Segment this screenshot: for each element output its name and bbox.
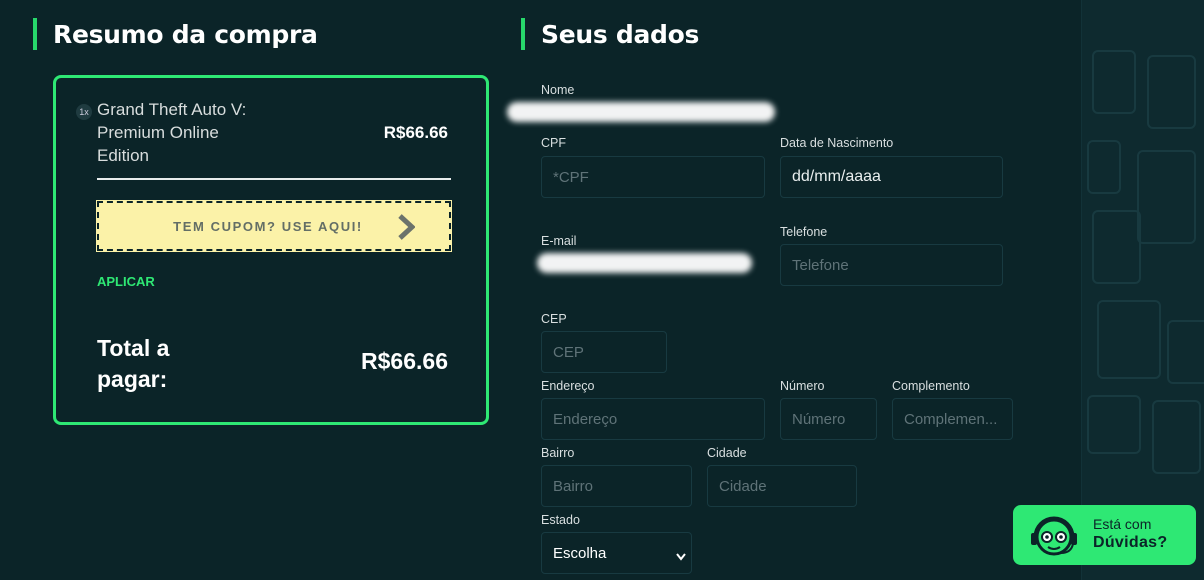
- order-summary-card: 1x Grand Theft Auto V: Premium Online Ed…: [53, 75, 489, 425]
- chevron-right-icon: [397, 214, 416, 245]
- divider: [97, 178, 451, 180]
- nome-field-redacted[interactable]: [505, 98, 780, 132]
- nome-label: Nome: [541, 83, 575, 97]
- summary-title-text: Resumo da compra: [53, 19, 318, 49]
- redaction-blur: [537, 253, 752, 273]
- cep-input[interactable]: [541, 331, 667, 373]
- title-accent-bar: [521, 18, 525, 50]
- cep-label: CEP: [541, 312, 567, 326]
- endereco-label: Endereço: [541, 379, 595, 393]
- numero-label: Número: [780, 379, 825, 393]
- bairro-input[interactable]: [541, 465, 692, 507]
- numero-input[interactable]: [780, 398, 877, 440]
- cpf-label: CPF: [541, 136, 566, 150]
- form-title-text: Seus dados: [541, 19, 700, 49]
- email-field-redacted[interactable]: [535, 245, 760, 279]
- cpf-input[interactable]: [541, 156, 765, 198]
- help-line1: Está com: [1093, 516, 1152, 532]
- birthdate-input[interactable]: [780, 156, 1003, 198]
- telefone-label: Telefone: [780, 225, 828, 239]
- total-value: R$66.66: [361, 348, 448, 374]
- bairro-label: Bairro: [541, 446, 575, 460]
- estado-select[interactable]: Escolha: [541, 532, 692, 574]
- support-agent-icon: [1023, 511, 1085, 566]
- telefone-input[interactable]: [780, 244, 1003, 286]
- help-chat-button[interactable]: Está com Dúvidas?: [1013, 505, 1196, 565]
- apply-coupon-link[interactable]: APLICAR: [97, 274, 155, 289]
- complemento-label: Complemento: [892, 379, 970, 393]
- chevron-down-icon: [676, 548, 686, 566]
- complemento-input[interactable]: [892, 398, 1013, 440]
- summary-title: Resumo da compra: [33, 18, 318, 50]
- coupon-button[interactable]: TEM CUPOM? USE AQUI!: [96, 200, 452, 252]
- help-line2: Dúvidas?: [1093, 534, 1168, 551]
- redaction-blur: [507, 102, 775, 122]
- nascimento-label: Data de Nascimento: [780, 136, 894, 150]
- product-price: R$66.66: [383, 123, 448, 142]
- endereco-input[interactable]: [541, 398, 765, 440]
- quantity-badge: 1x: [76, 104, 92, 120]
- cidade-input[interactable]: [707, 465, 857, 507]
- cidade-label: Cidade: [707, 446, 747, 460]
- total-label: Total a pagar:: [97, 335, 170, 392]
- form-title: Seus dados: [521, 18, 699, 50]
- estado-label: Estado: [541, 513, 580, 527]
- title-accent-bar: [33, 18, 37, 50]
- decorative-side-panel: [1081, 0, 1204, 580]
- product-name: Grand Theft Auto V: Premium Online Editi…: [97, 100, 247, 165]
- coupon-label: TEM CUPOM? USE AQUI!: [173, 218, 363, 234]
